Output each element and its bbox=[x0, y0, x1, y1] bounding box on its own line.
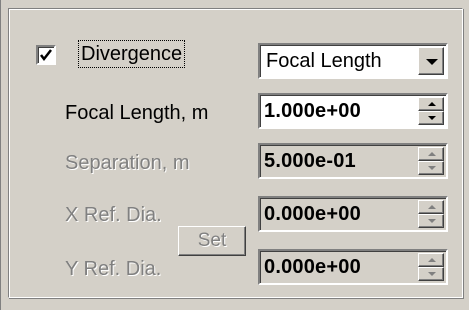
focal-length-spinner bbox=[418, 97, 444, 125]
separation-up-button bbox=[418, 147, 444, 161]
set-button: Set bbox=[178, 226, 246, 256]
focal-length-up-button[interactable] bbox=[418, 97, 444, 111]
x-ref-dia-field: 0.000e+00 bbox=[258, 196, 448, 232]
mode-combo[interactable]: Focal Length bbox=[258, 43, 448, 79]
spin-down-icon bbox=[428, 219, 436, 223]
spin-down-icon bbox=[428, 272, 436, 276]
spin-up-icon bbox=[428, 152, 436, 156]
y-ref-dia-field: 0.000e+00 bbox=[258, 249, 448, 285]
separation-spinner bbox=[418, 147, 444, 175]
mode-combo-value: Focal Length bbox=[266, 50, 382, 72]
chevron-down-icon bbox=[426, 59, 438, 65]
x-ref-dia-down-button bbox=[418, 214, 444, 228]
divergence-checkbox[interactable] bbox=[36, 45, 56, 65]
spin-down-icon bbox=[428, 116, 436, 120]
y-ref-dia-down-button bbox=[418, 267, 444, 281]
focal-length-label: Focal Length, m bbox=[65, 102, 209, 124]
x-ref-dia-label: X Ref. Dia. bbox=[65, 204, 162, 226]
spin-up-icon bbox=[428, 102, 436, 106]
x-ref-dia-spinner bbox=[418, 200, 444, 228]
y-ref-dia-spinner bbox=[418, 253, 444, 281]
y-ref-dia-up-button bbox=[418, 253, 444, 267]
divergence-label[interactable]: Divergence bbox=[77, 39, 186, 69]
window-frame: Divergence Focal Length Focal Length, m … bbox=[0, 0, 469, 310]
x-ref-dia-up-button bbox=[418, 200, 444, 214]
focal-length-down-button[interactable] bbox=[418, 111, 444, 125]
separation-down-button bbox=[418, 161, 444, 175]
combo-dropdown-button[interactable] bbox=[418, 47, 444, 75]
spin-up-icon bbox=[428, 205, 436, 209]
y-ref-dia-value: 0.000e+00 bbox=[264, 256, 361, 278]
x-ref-dia-value: 0.000e+00 bbox=[264, 203, 361, 225]
focal-length-value: 1.000e+00 bbox=[264, 100, 361, 122]
checkmark-icon bbox=[40, 49, 52, 62]
separation-label: Separation, m bbox=[65, 152, 190, 174]
separation-field: 5.000e-01 bbox=[258, 143, 448, 179]
separation-value: 5.000e-01 bbox=[264, 150, 356, 172]
spin-up-icon bbox=[428, 258, 436, 262]
y-ref-dia-label: Y Ref. Dia. bbox=[65, 258, 162, 280]
spin-down-icon bbox=[428, 166, 436, 170]
focal-length-field[interactable]: 1.000e+00 bbox=[258, 93, 448, 129]
